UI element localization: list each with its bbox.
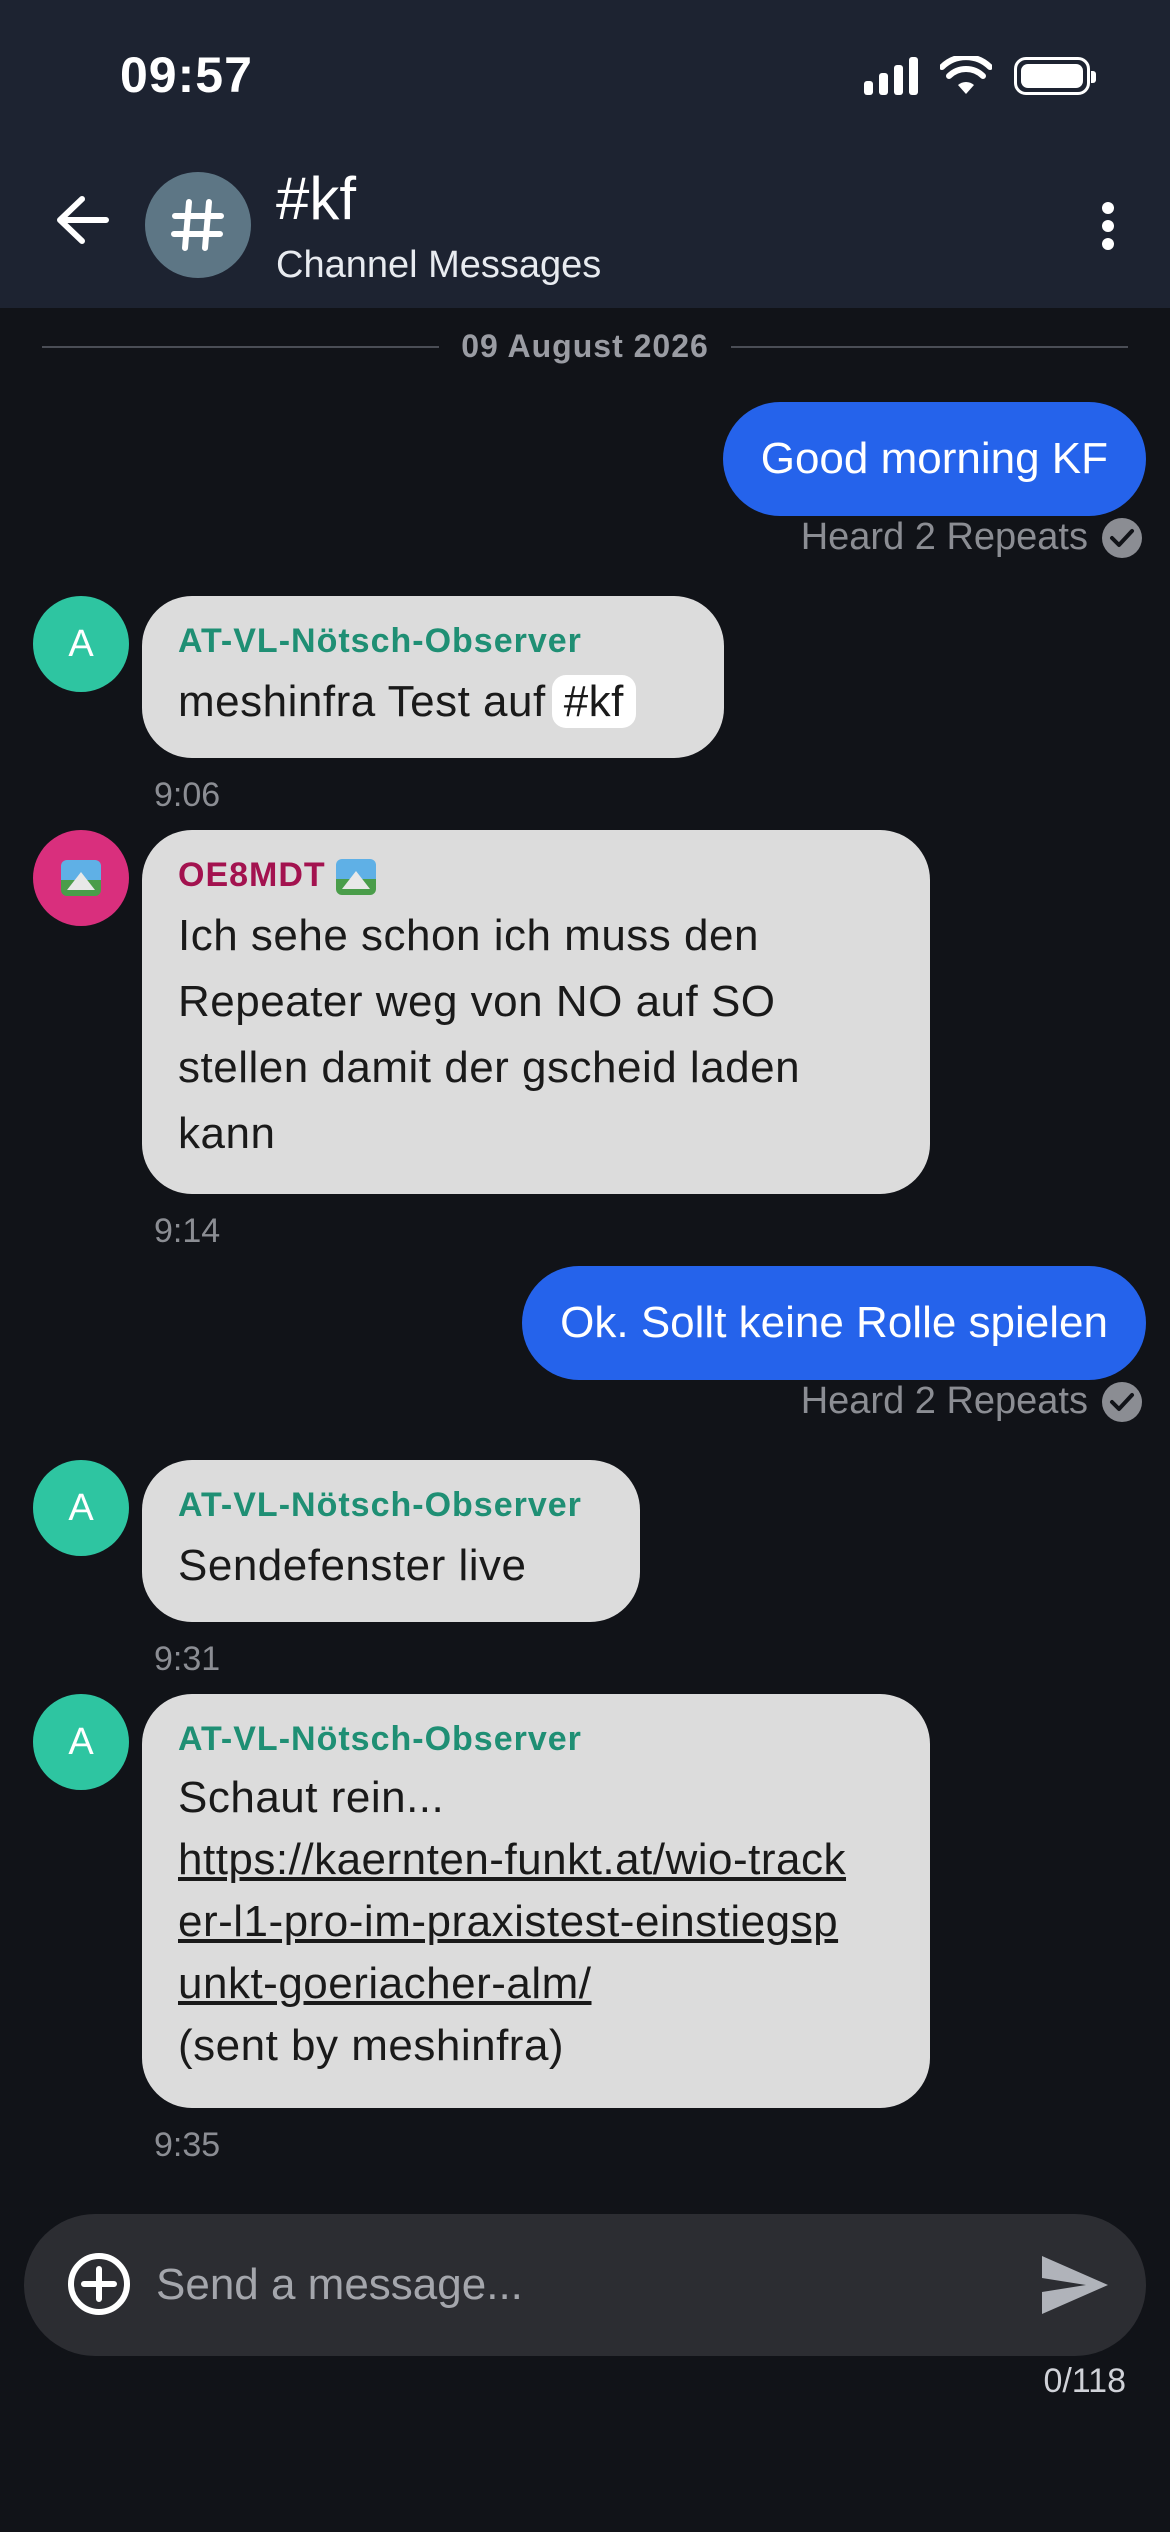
message-body: Schaut rein... https://kaernten-funkt.at… xyxy=(178,1767,894,2077)
incoming-message[interactable]: OE8MDT Ich sehe schon ich muss den Repea… xyxy=(142,830,930,1194)
app-header: 09:57 #kf Channel Messages xyxy=(0,0,1170,308)
sender-name: AT-VL-Nötsch-Observer xyxy=(178,1486,582,1524)
wifi-icon xyxy=(940,56,992,94)
message-composer xyxy=(24,2214,1146,2356)
sender-name: OE8MDT xyxy=(178,856,894,896)
message-time: 9:14 xyxy=(154,1212,221,1250)
status-time: 09:57 xyxy=(120,47,253,103)
message-text: meshinfra Test auf xyxy=(178,677,546,726)
message-text: Ich sehe schon ich muss den Repeater weg… xyxy=(178,911,801,1159)
add-attachment-button[interactable] xyxy=(64,2249,134,2319)
check-circle-icon xyxy=(1102,1381,1142,1422)
message-text: Schaut rein... xyxy=(178,1773,445,1822)
channel-tag-chip[interactable]: #kf xyxy=(551,675,636,728)
status-text: Heard 2 Repeats xyxy=(800,1380,1088,1422)
date-label: 09 August 2026 xyxy=(461,328,709,364)
plus-circle-icon xyxy=(68,2253,130,2315)
message-time: 9:35 xyxy=(154,2126,221,2164)
back-button[interactable] xyxy=(52,190,112,250)
incoming-message[interactable]: AT-VL-Nötsch-Observer meshinfra Test auf… xyxy=(142,596,724,758)
battery-icon xyxy=(1014,57,1096,95)
incoming-message[interactable]: AT-VL-Nötsch-Observer Schaut rein... htt… xyxy=(142,1694,930,2108)
sender-avatar[interactable]: A xyxy=(33,596,129,692)
message-footer-text: (sent by meshinfra) xyxy=(178,2021,565,2070)
message-text: Good morning KF xyxy=(760,434,1108,483)
message-body: meshinfra Test auf #kf xyxy=(178,669,688,735)
sender-avatar[interactable]: A xyxy=(33,1460,129,1556)
outgoing-message[interactable]: Good morning KF xyxy=(722,402,1146,516)
picture-emoji-icon xyxy=(61,860,101,896)
sender-name: AT-VL-Nötsch-Observer xyxy=(178,622,582,660)
message-time: 9:06 xyxy=(154,776,221,814)
hash-icon xyxy=(171,199,224,251)
send-icon xyxy=(1042,2256,1108,2314)
message-input[interactable] xyxy=(156,2244,1006,2326)
message-link[interactable]: https://kaernten-funkt.at/wio-tracker-l1… xyxy=(178,1829,858,2015)
message-status: Heard 2 Repeats xyxy=(801,516,1142,559)
send-button[interactable] xyxy=(1038,2252,1112,2318)
outgoing-message[interactable]: Ok. Sollt keine Rolle spielen xyxy=(522,1266,1146,1380)
cellular-signal-icon xyxy=(864,57,918,95)
channel-title: #kf xyxy=(276,165,357,232)
chat-screen: 09:57 #kf Channel Messages 09 August 202… xyxy=(0,0,1170,2532)
character-counter: 0/118 xyxy=(1043,2362,1126,2400)
status-icons xyxy=(864,56,1096,96)
sender-avatar[interactable]: A xyxy=(33,1694,129,1790)
more-options-button[interactable] xyxy=(1088,196,1128,256)
date-divider: 09 August 2026 xyxy=(42,328,1129,365)
arrow-left-icon xyxy=(57,196,109,244)
message-text: Ok. Sollt keine Rolle spielen xyxy=(560,1298,1108,1347)
message-status: Heard 2 Repeats xyxy=(801,1380,1142,1423)
status-text: Heard 2 Repeats xyxy=(800,516,1088,558)
channel-subtitle: Channel Messages xyxy=(276,244,602,286)
message-text: Sendefenster live xyxy=(178,1541,527,1590)
check-circle-icon xyxy=(1102,517,1142,558)
picture-emoji-icon xyxy=(336,859,377,896)
incoming-message[interactable]: AT-VL-Nötsch-Observer Sendefenster live xyxy=(142,1460,640,1622)
channel-avatar[interactable] xyxy=(145,172,251,278)
message-time: 9:31 xyxy=(154,1640,221,1678)
sender-name: AT-VL-Nötsch-Observer xyxy=(178,1720,582,1758)
sender-avatar[interactable] xyxy=(33,830,129,926)
more-vert-icon xyxy=(1102,202,1114,214)
